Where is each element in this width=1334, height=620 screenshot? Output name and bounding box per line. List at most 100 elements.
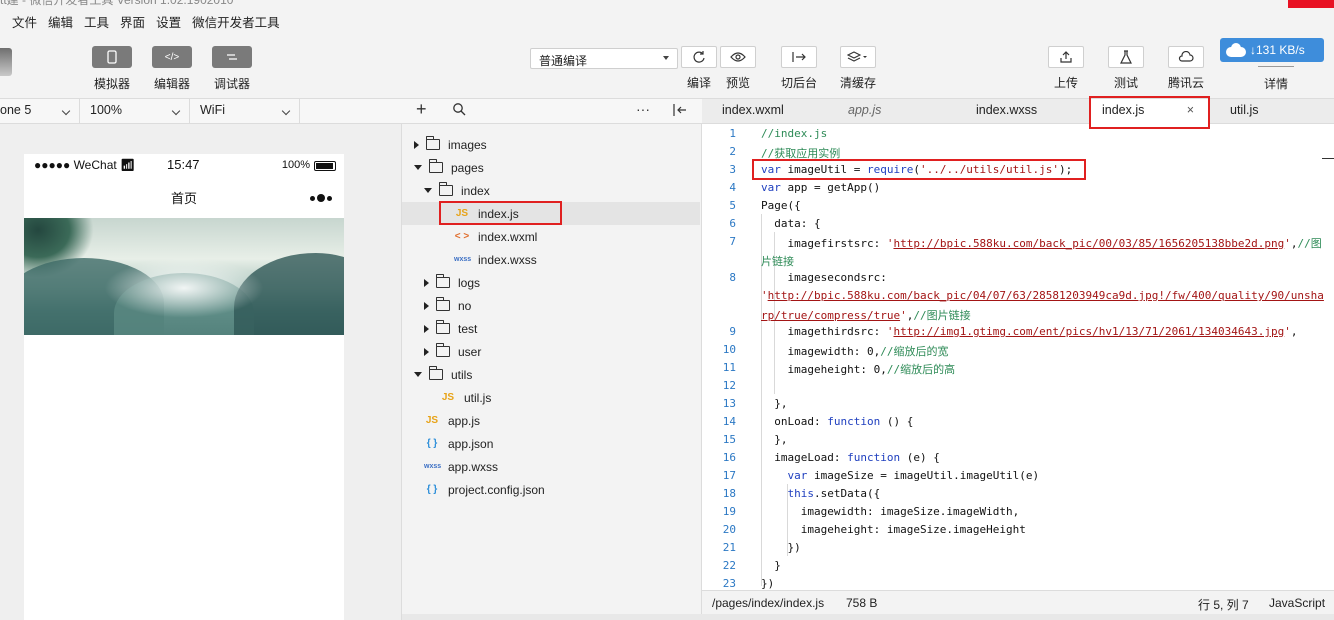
tab-index-wxml[interactable]: index.wxml bbox=[702, 99, 808, 124]
chevron-right-icon[interactable] bbox=[424, 324, 429, 333]
code-line[interactable]: this.setData({ bbox=[761, 487, 881, 500]
code-editor[interactable]: 1 2 3 4 5 6 7 8 9 10 11 12 13 14 15 16 17 18 19 20 21 22 23 //… bbox=[702, 124, 1334, 590]
folder-item[interactable]: index bbox=[402, 179, 700, 202]
zoom-select[interactable]: 100% bbox=[80, 99, 190, 123]
carrier-text: ●●●●● WeChat 📶︎ bbox=[34, 158, 136, 172]
code-line[interactable]: 'http://bpic.588ku.com/back_pic/04/07/63… bbox=[761, 289, 1324, 302]
background-button[interactable]: 切后台 bbox=[781, 46, 817, 91]
phone-screen[interactable]: ●●●●● WeChat 📶︎ 15:47 100% 首页 bbox=[24, 154, 344, 620]
simulator-toggle[interactable]: 模拟器 bbox=[92, 46, 132, 92]
file-item[interactable]: wxss index.wxss bbox=[402, 248, 700, 271]
chevron-right-icon[interactable] bbox=[424, 278, 429, 287]
chevron-down-icon[interactable] bbox=[424, 188, 432, 193]
folder-item[interactable]: no bbox=[402, 294, 700, 317]
file-item[interactable]: { } project.config.json bbox=[402, 478, 700, 501]
code-line[interactable]: }, bbox=[761, 433, 787, 446]
code-line[interactable]: imagefirstsrc: 'http://bpic.588ku.com/ba… bbox=[761, 235, 1321, 251]
code-line[interactable]: imageLoad: function (e) { bbox=[761, 451, 940, 464]
chevron-down-icon[interactable] bbox=[414, 165, 422, 170]
tab-util-js[interactable]: util.js bbox=[1230, 99, 1320, 124]
menu-settings[interactable]: 设置 bbox=[156, 12, 181, 31]
device-select[interactable]: one 5 bbox=[0, 99, 80, 123]
chevron-right-icon[interactable] bbox=[414, 140, 419, 149]
folder-item[interactable]: pages bbox=[402, 156, 700, 179]
add-file-icon[interactable]: + bbox=[416, 99, 427, 120]
avatar[interactable] bbox=[0, 48, 12, 76]
compile-mode-select[interactable]: 普通编译 bbox=[530, 48, 678, 69]
menu-tools[interactable]: 工具 bbox=[84, 12, 109, 31]
code-line[interactable]: }) bbox=[761, 541, 800, 554]
landscape-image[interactable] bbox=[24, 218, 344, 335]
clear-cache-label: 清缓存 bbox=[840, 76, 877, 90]
code-line[interactable]: }, bbox=[761, 397, 787, 410]
bottom-scrollbar[interactable] bbox=[402, 614, 1334, 620]
language-mode[interactable]: JavaScript bbox=[1269, 596, 1325, 610]
file-item[interactable]: JS util.js bbox=[402, 386, 700, 409]
code-area[interactable]: //index.js//获取应用实例 var imageUtil = requir… bbox=[761, 124, 1334, 590]
editor-toggle[interactable]: </> 编辑器 bbox=[152, 46, 192, 92]
menu-view[interactable]: 界面 bbox=[120, 12, 145, 31]
code-line[interactable]: data: { bbox=[761, 217, 820, 230]
code-line[interactable]: rp/true/compress/true',//图片链接 bbox=[761, 307, 971, 323]
file-name: util.js bbox=[464, 390, 492, 405]
chevron-down-icon[interactable] bbox=[414, 372, 422, 377]
collapse-panel-icon[interactable] bbox=[672, 103, 688, 120]
code-line[interactable]: imagethirdsrc: 'http://img1.gtimg.com/en… bbox=[761, 325, 1297, 338]
file-item[interactable]: wxss app.wxss bbox=[402, 455, 700, 478]
code-line[interactable]: //index.js bbox=[761, 127, 827, 140]
file-item[interactable]: JS app.js bbox=[402, 409, 700, 432]
menu-wechat-devtools[interactable]: 微信开发者工具 bbox=[192, 12, 280, 31]
file-name: test bbox=[458, 321, 478, 336]
network-select[interactable]: WiFi bbox=[190, 99, 300, 123]
code-line[interactable]: var app = getApp() bbox=[761, 181, 880, 194]
file-name: index.wxss bbox=[478, 252, 537, 267]
maximize-button[interactable] bbox=[1242, 0, 1288, 8]
chevron-right-icon[interactable] bbox=[424, 301, 429, 310]
code-line[interactable]: imagewidth: 0,//缩放后的宽 bbox=[761, 343, 948, 359]
code-line[interactable]: imagewidth: imageSize.imageWidth, bbox=[761, 505, 1020, 518]
chevron-right-icon[interactable] bbox=[424, 347, 429, 356]
code-line[interactable]: Page({ bbox=[761, 199, 801, 212]
tab-app-js[interactable]: app.js bbox=[848, 99, 938, 124]
scroll-indicator[interactable] bbox=[1322, 158, 1334, 159]
code-line[interactable]: imageheight: 0,//缩放后的高 bbox=[761, 361, 955, 377]
details-underline bbox=[1258, 66, 1294, 67]
close-window-button[interactable] bbox=[1288, 0, 1334, 8]
debugger-toggle[interactable]: 调试器 bbox=[212, 46, 252, 92]
minimize-button[interactable] bbox=[1196, 0, 1242, 8]
folder-item[interactable]: utils bbox=[402, 363, 700, 386]
search-icon[interactable] bbox=[452, 102, 466, 119]
more-menu-icon[interactable] bbox=[308, 194, 332, 202]
background-label: 切后台 bbox=[781, 76, 818, 90]
code-line[interactable]: imageheight: imageSize.imageHeight bbox=[761, 523, 1026, 536]
folder-item[interactable]: user bbox=[402, 340, 700, 363]
clear-cache-button[interactable]: 清缓存 bbox=[840, 46, 876, 91]
upload-button[interactable]: 上传 bbox=[1048, 46, 1084, 91]
details-button[interactable]: 详情 bbox=[1264, 75, 1288, 92]
code-line[interactable]: imagesecondsrc: bbox=[761, 271, 886, 284]
menu-file[interactable]: 文件 bbox=[12, 12, 37, 31]
file-item[interactable]: < > index.wxml bbox=[402, 225, 700, 248]
code-line[interactable]: }) bbox=[761, 577, 774, 590]
line-number: 20 bbox=[722, 523, 736, 536]
code-line[interactable]: var imageSize = imageUtil.imageUtil(e) bbox=[761, 469, 1040, 482]
network-speed-badge: ↓ 131 KB/s bbox=[1220, 38, 1324, 62]
folder-icon bbox=[435, 343, 450, 357]
preview-button[interactable]: 预览 bbox=[720, 46, 756, 91]
code-line[interactable]: } bbox=[761, 559, 781, 572]
code-line[interactable]: onLoad: function () { bbox=[761, 415, 913, 428]
tencent-cloud-button[interactable]: 腾讯云 bbox=[1168, 46, 1204, 91]
menu-edit[interactable]: 编辑 bbox=[48, 12, 73, 31]
compile-button[interactable]: 编译 bbox=[681, 46, 717, 91]
more-options-icon[interactable]: ··· bbox=[636, 101, 650, 117]
cursor-position[interactable]: 行 5, 列 7 bbox=[1198, 596, 1249, 613]
file-name: app.js bbox=[448, 413, 481, 428]
tab-index-wxss[interactable]: index.wxss bbox=[976, 99, 1076, 124]
folder-item[interactable]: logs bbox=[402, 271, 700, 294]
test-button[interactable]: 测试 bbox=[1108, 46, 1144, 91]
file-name: app.wxss bbox=[448, 459, 499, 474]
folder-item[interactable]: test bbox=[402, 317, 700, 340]
code-line[interactable]: 片链接 bbox=[761, 253, 794, 269]
file-item[interactable]: { } app.json bbox=[402, 432, 700, 455]
folder-item[interactable]: images bbox=[402, 133, 700, 156]
